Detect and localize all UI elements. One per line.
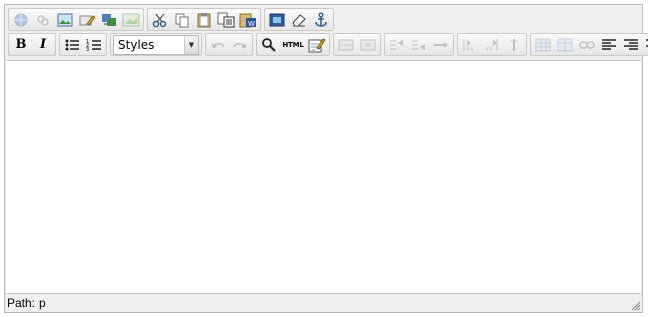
anchor-button[interactable]: [311, 10, 331, 30]
table-props-button[interactable]: [555, 35, 575, 55]
eraser-icon: [292, 13, 306, 26]
row-before-button[interactable]: [387, 35, 407, 55]
numbered-list-button[interactable]: 123: [84, 35, 104, 55]
col-before-button[interactable]: [460, 35, 480, 55]
list-group: 123: [59, 33, 107, 56]
clipboard-icon: [197, 12, 211, 27]
paste-text-button[interactable]: [216, 10, 236, 30]
layer-icon: [338, 39, 354, 50]
image-icon: [57, 13, 73, 26]
row-delete-icon: [434, 41, 448, 48]
layer-group: [333, 33, 381, 56]
paste-text-icon: [217, 12, 235, 27]
styles-group: Styles ▼: [110, 33, 202, 56]
chevron-down-icon[interactable]: ▼: [184, 35, 198, 54]
resize-handle-icon[interactable]: [631, 301, 641, 311]
anchor-icon: [315, 12, 327, 27]
broken-link-icon: [37, 14, 49, 26]
align-left-icon: [602, 38, 616, 50]
path-label: Path:: [7, 296, 36, 310]
undo-icon: [211, 42, 225, 49]
col-insert-after-icon: [486, 38, 498, 51]
row-insert-before-icon: [390, 39, 403, 49]
align-center-button[interactable]: [643, 35, 648, 55]
rich-text-editor: W B I 123 Styles ▼ HTML Path: p: [4, 4, 648, 313]
bullet-list-button[interactable]: [62, 35, 82, 55]
delete-row-button[interactable]: [431, 35, 451, 55]
insert-table-button[interactable]: [533, 35, 553, 55]
paste-word-button[interactable]: W: [238, 10, 258, 30]
format-group: B I: [8, 33, 56, 56]
insert-layer-button[interactable]: [336, 35, 356, 55]
clipboard-group: W: [147, 8, 261, 31]
copy-icon: [175, 13, 189, 27]
paste-button[interactable]: [194, 10, 214, 30]
media-icon: [102, 13, 116, 26]
pencil-edit-icon: [79, 14, 95, 26]
status-bar: Path: p: [7, 294, 640, 312]
table-props-icon: [557, 38, 573, 51]
history-group: [205, 33, 253, 56]
html-source-button[interactable]: HTML: [281, 35, 305, 55]
insert-image-button[interactable]: [55, 10, 75, 30]
col-delete-icon: [510, 38, 518, 51]
notepad-pencil-icon: [308, 37, 326, 52]
column-group: [457, 33, 527, 56]
bullet-list-icon: [65, 39, 79, 50]
col-after-button[interactable]: [482, 35, 502, 55]
table-icon: [535, 38, 551, 51]
media-group: [8, 8, 144, 31]
redo-button[interactable]: [230, 35, 250, 55]
italic-button[interactable]: I: [33, 35, 53, 55]
copy-button[interactable]: [172, 10, 192, 30]
paste-word-icon: W: [239, 13, 256, 28]
misc-group: [264, 8, 334, 31]
toolbar-row-1: W: [8, 7, 337, 32]
row-insert-after-icon: [412, 40, 425, 50]
insert-link-button[interactable]: [11, 10, 31, 30]
bold-button[interactable]: B: [11, 35, 31, 55]
link-button[interactable]: [577, 35, 597, 55]
styles-dropdown[interactable]: Styles ▼: [113, 34, 199, 55]
col-insert-before-icon: [463, 38, 473, 51]
unlink-button[interactable]: [33, 10, 53, 30]
row-after-button[interactable]: [409, 35, 429, 55]
search-icon: [262, 37, 276, 52]
insert-gallery-button[interactable]: [121, 10, 141, 30]
undo-button[interactable]: [208, 35, 228, 55]
redo-icon: [233, 42, 247, 49]
svg-text:3: 3: [86, 47, 89, 53]
fullscreen-button[interactable]: [267, 10, 287, 30]
align-right-icon: [624, 38, 638, 50]
cut-button[interactable]: [150, 10, 170, 30]
gallery-icon: [122, 13, 140, 26]
chain-link-icon: [579, 40, 595, 49]
styles-dropdown-value: Styles: [118, 37, 155, 52]
clean-format-button[interactable]: [289, 10, 309, 30]
svg-text:W: W: [248, 20, 255, 28]
content-edit-area[interactable]: [6, 60, 641, 294]
row-group: [384, 33, 454, 56]
layer-properties-button[interactable]: [358, 35, 378, 55]
tools-group: HTML: [256, 33, 330, 56]
scissors-icon: [152, 13, 167, 27]
search-replace-button[interactable]: [259, 35, 279, 55]
toolbar-row-2: B I 123 Styles ▼ HTML: [8, 32, 648, 57]
path-element-p[interactable]: p: [39, 296, 46, 310]
table-group: [530, 33, 648, 56]
edit-css-button[interactable]: [307, 35, 327, 55]
align-left-button[interactable]: [599, 35, 619, 55]
insert-media-button[interactable]: [99, 10, 119, 30]
globe-link-icon: [14, 13, 28, 26]
align-right-button[interactable]: [621, 35, 641, 55]
delete-col-button[interactable]: [504, 35, 524, 55]
numbered-list-icon: 123: [86, 39, 101, 53]
edit-image-button[interactable]: [77, 10, 97, 30]
screen-icon: [269, 13, 285, 26]
layer-box-icon: [360, 39, 376, 50]
